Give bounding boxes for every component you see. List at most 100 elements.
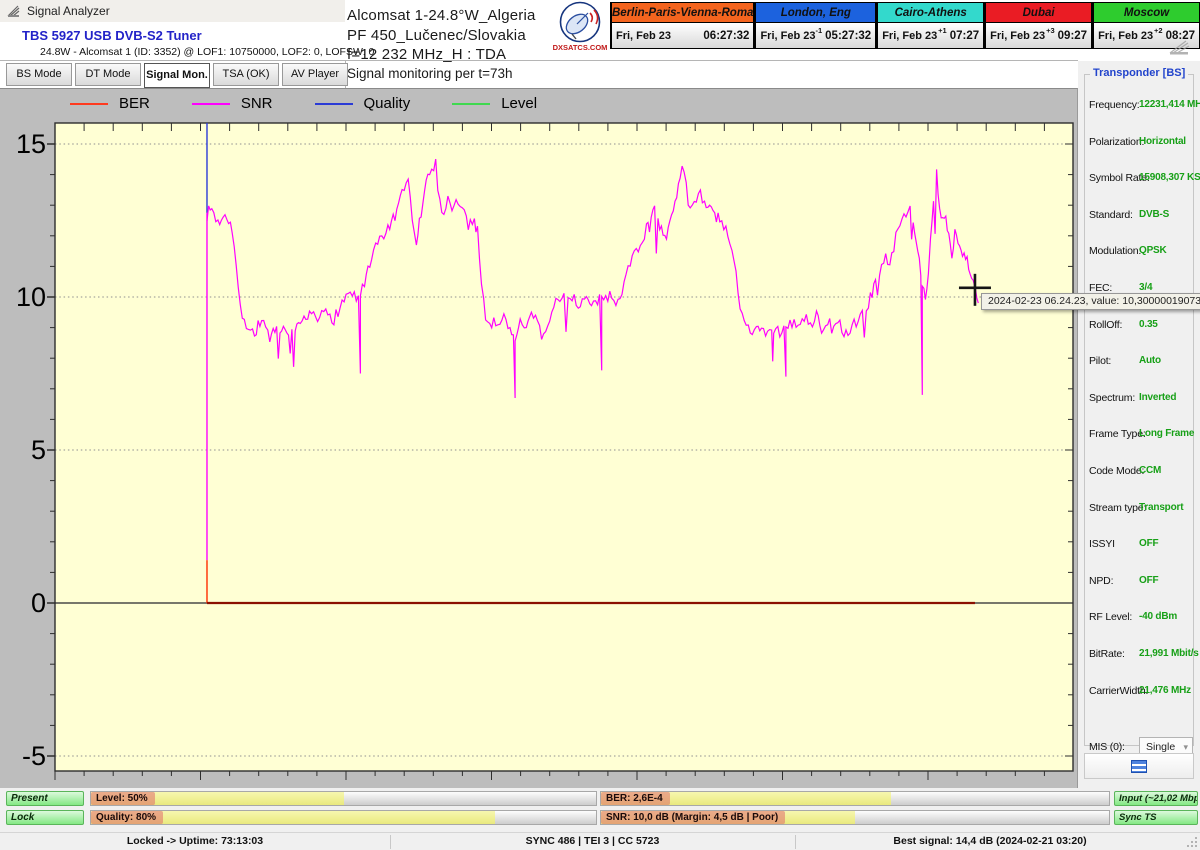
- tuner-name: TBS 5927 USB DVB-S2 Tuner: [22, 28, 202, 43]
- row-value: 21,476 MHz: [1139, 684, 1191, 696]
- watermark-icon: [1169, 40, 1190, 55]
- progress-label: SNR: 10,0 dB (Margin: 4,5 dB | Poor): [601, 811, 786, 824]
- legend-item-ber: BER: [70, 95, 150, 112]
- clock-city: London, Eng: [756, 3, 876, 23]
- clock-date: Fri, Feb 23: [760, 29, 816, 42]
- status-best-signal: Best signal: 14,4 dB (2024-02-21 03:20): [893, 835, 1087, 847]
- status-rows: Present Level: 50% BER: 2,6E-4 Input (~21…: [0, 788, 1200, 832]
- legend-swatch: [452, 102, 491, 105]
- legend-label: Quality: [363, 95, 411, 112]
- badge-sync-ts: Sync TS: [1114, 810, 1198, 825]
- row-label: Stream type:: [1089, 501, 1147, 514]
- transponder-row-rflevel: RF Level: -40 dBm: [1089, 611, 1191, 641]
- clock-time: 05:27:32: [825, 29, 872, 42]
- clock-offset: -1: [815, 26, 823, 35]
- tab-av-player[interactable]: AV Player: [282, 63, 348, 86]
- row-label: RollOff:: [1089, 318, 1123, 331]
- satellite-name: Alcomsat 1-24.8°W_Algeria: [347, 7, 536, 24]
- row-label: Standard:: [1089, 208, 1133, 221]
- row-value: Transport: [1139, 501, 1184, 513]
- row-value: DVB-S: [1139, 208, 1170, 220]
- satellite-header: Alcomsat 1-24.8°W_Algeria PF 450_Lučenec…: [347, 6, 536, 65]
- row-label: Modulation:: [1089, 245, 1142, 258]
- clock-date: Fri, Feb 23: [990, 29, 1046, 42]
- row-label: Frequency:: [1089, 99, 1140, 111]
- row-label: RF Level:: [1089, 611, 1133, 624]
- transponder-row-bitrate: BitRate: 21,991 Mbit/s: [1089, 648, 1199, 678]
- app-icon: [7, 5, 20, 17]
- tab-tsa-ok-[interactable]: TSA (OK): [213, 63, 279, 86]
- chart-tooltip: 2024-02-23 06.24.23, value: 10,300000190…: [981, 293, 1200, 310]
- clock-berlin-paris-vienna-roma: Berlin-Paris-Vienna-Roma Fri, Feb 23 06:…: [610, 2, 755, 49]
- chart-plot-area[interactable]: 15 10 5 0 -5: [0, 117, 1078, 789]
- transponder-groupbox: Transponder [BS] Frequency: 12231,414 MH…: [1084, 67, 1200, 757]
- mis-value: Single: [1146, 741, 1176, 753]
- tab-bs-mode[interactable]: BS Mode: [6, 63, 72, 86]
- transponder-row-streamtype: Stream type: Transport: [1089, 502, 1191, 532]
- row-value: Horizontal: [1139, 135, 1186, 147]
- transponder-row-spectrum: Spectrum: Inverted: [1089, 392, 1191, 422]
- transponder-row-carrierwidth: CarrierWidth: 21,476 MHz: [1089, 685, 1191, 715]
- badge-present: Present: [6, 791, 84, 806]
- transponder-row-frequency: Frequency: 12231,414 MHz: [1089, 99, 1200, 129]
- transponder-row-polarization: Polarization: Horizontal: [1089, 136, 1191, 166]
- transponder-row-rolloff: RollOff: 0.35: [1089, 319, 1191, 349]
- transponder-row-codemode: Code Mode: CCM: [1089, 465, 1191, 495]
- clock-time: 09:27: [1057, 29, 1088, 42]
- status-bar: Locked -> Uptime: 73:13:03 SYNC 486 | TE…: [0, 832, 1200, 850]
- transponder-row-modulation: Modulation: QPSK: [1089, 245, 1191, 275]
- clock-dubai: Dubai Fri, Feb 23 +3 09:27: [984, 2, 1093, 49]
- status-lock-uptime: Locked -> Uptime: 73:13:03: [126, 835, 264, 847]
- save-icon: [1131, 759, 1147, 773]
- clock-date: Fri, Feb 23: [1098, 29, 1154, 42]
- svg-text:DXSATCS.COM: DXSATCS.COM: [553, 43, 608, 52]
- clock-date: Fri, Feb 23: [882, 29, 938, 42]
- clock-city: Moscow: [1094, 3, 1200, 23]
- transponder-row-frametype: Frame Type: Long Frame: [1089, 428, 1195, 458]
- clock-city: Berlin-Paris-Vienna-Roma: [612, 3, 754, 23]
- tab-signal-mon-[interactable]: Signal Mon.: [144, 63, 210, 88]
- header-divider: [0, 60, 1078, 61]
- svg-text:-5: -5: [22, 741, 46, 771]
- svg-text:0: 0: [31, 588, 46, 618]
- row-value: 21,991 Mbit/s: [1139, 648, 1199, 659]
- tab-dt-mode[interactable]: DT Mode: [75, 63, 141, 86]
- clock-offset: +3: [1046, 26, 1055, 35]
- legend-swatch: [191, 102, 230, 105]
- row-value: Long Frame: [1139, 428, 1195, 440]
- row-value: QPSK: [1139, 245, 1167, 257]
- badge-input-mbps-: Input (~21,02 Mbps): [1114, 791, 1198, 806]
- legend-label: SNR: [240, 95, 273, 112]
- row-value: 3/4: [1139, 282, 1153, 293]
- site-name: PF 450_Lučenec/Slovakia: [347, 26, 526, 44]
- clock-offset: +1: [938, 26, 947, 35]
- monitoring-label: Signal monitoring per t=73h: [347, 66, 513, 81]
- row-value: Inverted: [1139, 391, 1177, 403]
- transponder-row-issyi: ISSYI OFF: [1089, 538, 1191, 568]
- clock-cairo-athens: Cairo-Athens Fri, Feb 23 +1 07:27: [876, 2, 985, 49]
- clock-offset: +2: [1154, 26, 1163, 35]
- row-value: 0.35: [1139, 318, 1158, 330]
- row-value: -40 dBm: [1139, 611, 1178, 623]
- row-value: 15908,307 KS/s: [1139, 172, 1200, 184]
- clock-time: 06:27:32: [703, 29, 750, 42]
- world-clocks: Berlin-Paris-Vienna-Roma Fri, Feb 23 06:…: [610, 2, 1200, 49]
- signal-analyzer-window: Signal Analyzer TBS 5927 USB DVB-S2 Tune…: [0, 0, 1200, 850]
- mis-label: MIS (0):: [1089, 741, 1125, 753]
- row-value: CCM: [1139, 465, 1162, 476]
- progress-quality: Quality: 80%: [90, 810, 597, 825]
- resize-grip[interactable]: [1186, 836, 1198, 848]
- clock-city: Cairo-Athens: [878, 3, 984, 23]
- save-button[interactable]: [1084, 753, 1194, 779]
- clock-city: Dubai: [986, 3, 1092, 23]
- mode-tabs: BS Mode DT Mode Signal Mon. TSA (OK) AV Play…: [6, 63, 348, 88]
- chart-legend: BER SNR Quality Level: [70, 95, 537, 112]
- row-label: Polarization:: [1089, 135, 1145, 148]
- clock-date: Fri, Feb 23: [616, 29, 672, 42]
- signal-chart-region[interactable]: BER SNR Quality Level 15 10 5 0 -5: [0, 88, 1078, 788]
- transponder-panel: Transponder [BS] Frequency: 12231,414 MH…: [1078, 61, 1200, 788]
- legend-item-snr: SNR: [191, 95, 273, 112]
- window-title: Signal Analyzer: [27, 4, 110, 18]
- transponder-row-npd: NPD: OFF: [1089, 575, 1191, 605]
- row-label: Pilot:: [1089, 355, 1112, 368]
